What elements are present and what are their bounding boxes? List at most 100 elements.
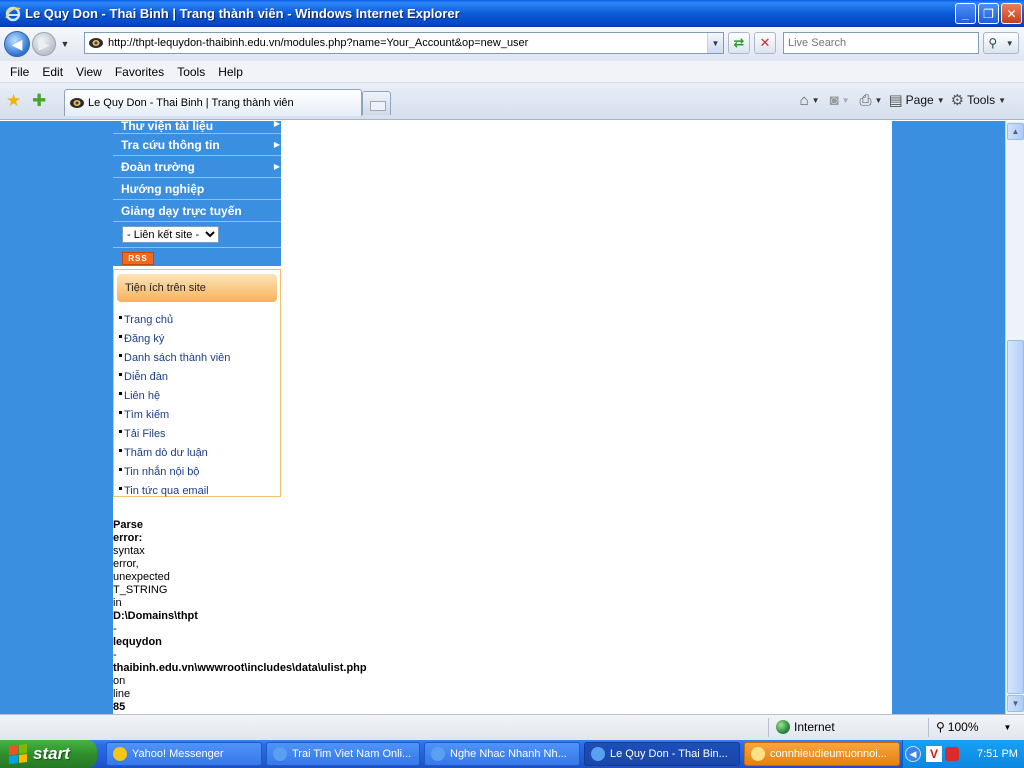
tab-label: Le Quy Don - Thai Binh | Trang thành viê…	[88, 97, 294, 109]
address-url[interactable]: http://thpt-lequydon-thaibinh.edu.vn/mod…	[108, 37, 707, 49]
ie-logo-icon	[5, 6, 21, 21]
antivirus-tray-icon[interactable]: V	[926, 746, 942, 762]
search-icon: ⚲	[988, 36, 998, 50]
stop-icon: ✕	[759, 35, 771, 50]
close-button[interactable]: ✕	[1001, 3, 1022, 24]
taskbar-item[interactable]: Le Quy Don - Thai Bin...	[584, 742, 740, 766]
sidebar-item-giang-day[interactable]: Giảng dạy trực tuyến	[113, 200, 281, 222]
taskbar-clock: 7:51 PM	[977, 748, 1018, 760]
print-button[interactable]: ⎙ ▼	[860, 92, 883, 109]
scroll-down-button[interactable]: ▼	[1007, 695, 1024, 712]
menu-file[interactable]: File	[10, 65, 29, 79]
sidebar-item-label: Giảng dạy trực tuyến	[121, 204, 242, 218]
menu-favorites[interactable]: Favorites	[115, 65, 164, 79]
sidebar-item-tra-cuu[interactable]: Tra cứu thông tin ▶	[113, 134, 281, 156]
utility-link-register[interactable]: Đăng ký	[117, 330, 277, 349]
home-button[interactable]: ⌂ ▼	[800, 92, 820, 109]
taskbar-item[interactable]: connhieudieumuonnoi...	[744, 742, 900, 766]
error-line: 85	[113, 701, 126, 713]
tools-menu-button[interactable]: ⚙ Tools ▼	[951, 91, 1006, 109]
chevron-down-icon[interactable]: ▼	[875, 96, 883, 105]
taskbar-item-label: Nghe Nhac Nhanh Nh...	[450, 748, 567, 760]
tab-active[interactable]: Le Quy Don - Thai Binh | Trang thành viê…	[64, 89, 362, 116]
title-bar[interactable]: Le Quy Don - Thai Binh | Trang thành viê…	[0, 0, 1024, 27]
scroll-thumb[interactable]	[1007, 340, 1024, 694]
taskbar-item-label: Trai Tim Viet Nam Onli...	[292, 748, 412, 760]
address-bar[interactable]: http://thpt-lequydon-thaibinh.edu.vn/mod…	[84, 32, 724, 54]
vertical-scrollbar[interactable]: ▲ ▼	[1005, 121, 1024, 714]
favorites-star-icon[interactable]: ★	[6, 91, 21, 111]
search-box[interactable]	[783, 32, 979, 54]
taskbar-app-icon	[431, 747, 445, 761]
page-icon: ▤	[888, 92, 903, 109]
scroll-up-button[interactable]: ▲	[1007, 123, 1024, 140]
sidebar-item-doan-truong[interactable]: Đoàn trường ▶	[113, 156, 281, 178]
windows-logo-icon	[9, 744, 27, 764]
utility-link-contact[interactable]: Liên hệ	[117, 387, 277, 406]
menu-tools[interactable]: Tools	[177, 65, 205, 79]
site-utilities-heading: Tiện ích trên site	[117, 274, 277, 302]
search-input[interactable]	[784, 33, 978, 53]
search-options-dropdown-icon[interactable]: ▼	[1006, 39, 1014, 48]
chevron-down-icon[interactable]: ▼	[812, 96, 820, 105]
error-line: syntax	[113, 545, 145, 557]
taskbar-item-label: Yahoo! Messenger	[132, 748, 224, 760]
chevron-down-icon[interactable]: ▼	[1004, 723, 1012, 732]
tab-bar: ★ ✚ Le Quy Don - Thai Binh | Trang thành…	[0, 83, 1024, 120]
system-tray: ◀ V 7:51 PM	[902, 740, 1024, 768]
start-button[interactable]: start	[0, 740, 97, 768]
utility-link-survey[interactable]: Thăm dò dư luận	[117, 444, 277, 463]
chevron-down-icon[interactable]: ▼	[842, 96, 850, 105]
feeds-button[interactable]: ◙ ▼	[830, 92, 850, 109]
rss-row: RSS	[113, 248, 281, 266]
refresh-button[interactable]: ⇄	[728, 32, 750, 54]
security-zone[interactable]: Internet	[776, 720, 835, 734]
utility-link-home[interactable]: Trang chủ	[117, 311, 277, 330]
address-dropdown-button[interactable]: ▼	[707, 33, 723, 53]
page-viewport[interactable]: Thư viện tài liệu ▶ Tra cứu thông tin ▶ …	[0, 121, 1005, 714]
taskbar-app-icon	[273, 747, 287, 761]
stop-button[interactable]: ✕	[754, 32, 776, 54]
chevron-down-icon: ▼	[998, 95, 1006, 105]
sidebar-item-thu-vien[interactable]: Thư viện tài liệu ▶	[113, 121, 281, 134]
taskbar: start Yahoo! Messenger Trai Tim Viet Nam …	[0, 740, 1024, 768]
window-title: Le Quy Don - Thai Binh | Trang thành viê…	[25, 6, 460, 21]
forward-button[interactable]: ▶	[32, 32, 56, 56]
menu-view[interactable]: View	[76, 65, 102, 79]
zoom-magnifier-icon: ⚲	[936, 720, 945, 734]
tray-app-icon[interactable]	[945, 747, 959, 761]
error-line: -	[113, 649, 117, 661]
sidebar-item-label: Đoàn trường	[121, 160, 195, 174]
utility-link-members[interactable]: Danh sách thành viên	[117, 349, 277, 368]
error-line: T_STRING	[113, 584, 168, 596]
search-button[interactable]: ⚲ ▼	[983, 32, 1019, 54]
sidebar-item-label: Thư viện tài liệu	[121, 121, 214, 133]
sidebar-item-huong-nghiep[interactable]: Hướng nghiệp	[113, 178, 281, 200]
utility-link-messages[interactable]: Tin nhắn nội bộ	[117, 463, 277, 482]
minimize-button[interactable]: _	[955, 3, 976, 24]
chevron-up-icon: ▲	[1011, 127, 1020, 136]
menu-help[interactable]: Help	[218, 65, 243, 79]
show-hidden-icons-button[interactable]: ◀	[905, 746, 921, 762]
page-menu-button[interactable]: ▤ Page ▼	[888, 91, 944, 109]
site-utilities-box: Tiện ích trên site Trang chủ Đăng ký Dan…	[113, 269, 281, 497]
recent-pages-dropdown[interactable]: ▼	[58, 39, 72, 49]
new-tab-button[interactable]	[362, 91, 391, 115]
utility-link-downloads[interactable]: Tải Files	[117, 425, 277, 444]
taskbar-item[interactable]: Nghe Nhac Nhanh Nh...	[424, 742, 580, 766]
back-button[interactable]: ◀	[4, 31, 30, 57]
printer-icon: ⎙	[859, 91, 872, 109]
taskbar-app-icon	[591, 747, 605, 761]
taskbar-item[interactable]: Trai Tim Viet Nam Onli...	[266, 742, 420, 766]
rss-feed-icon: ◙	[829, 91, 839, 109]
add-favorite-icon[interactable]: ✚	[32, 91, 46, 111]
utility-link-email-news[interactable]: Tin tức qua email	[117, 482, 277, 501]
taskbar-item[interactable]: Yahoo! Messenger	[106, 742, 262, 766]
menu-edit[interactable]: Edit	[42, 65, 63, 79]
maximize-button[interactable]: ❐	[978, 3, 999, 24]
utility-link-search[interactable]: Tìm kiếm	[117, 406, 277, 425]
zoom-control[interactable]: ⚲ 100% ▼	[936, 720, 1011, 734]
rss-badge[interactable]: RSS	[122, 252, 154, 265]
utility-link-forum[interactable]: Diễn đàn	[117, 368, 277, 387]
site-link-select[interactable]: - Liên kết site -	[122, 226, 219, 243]
